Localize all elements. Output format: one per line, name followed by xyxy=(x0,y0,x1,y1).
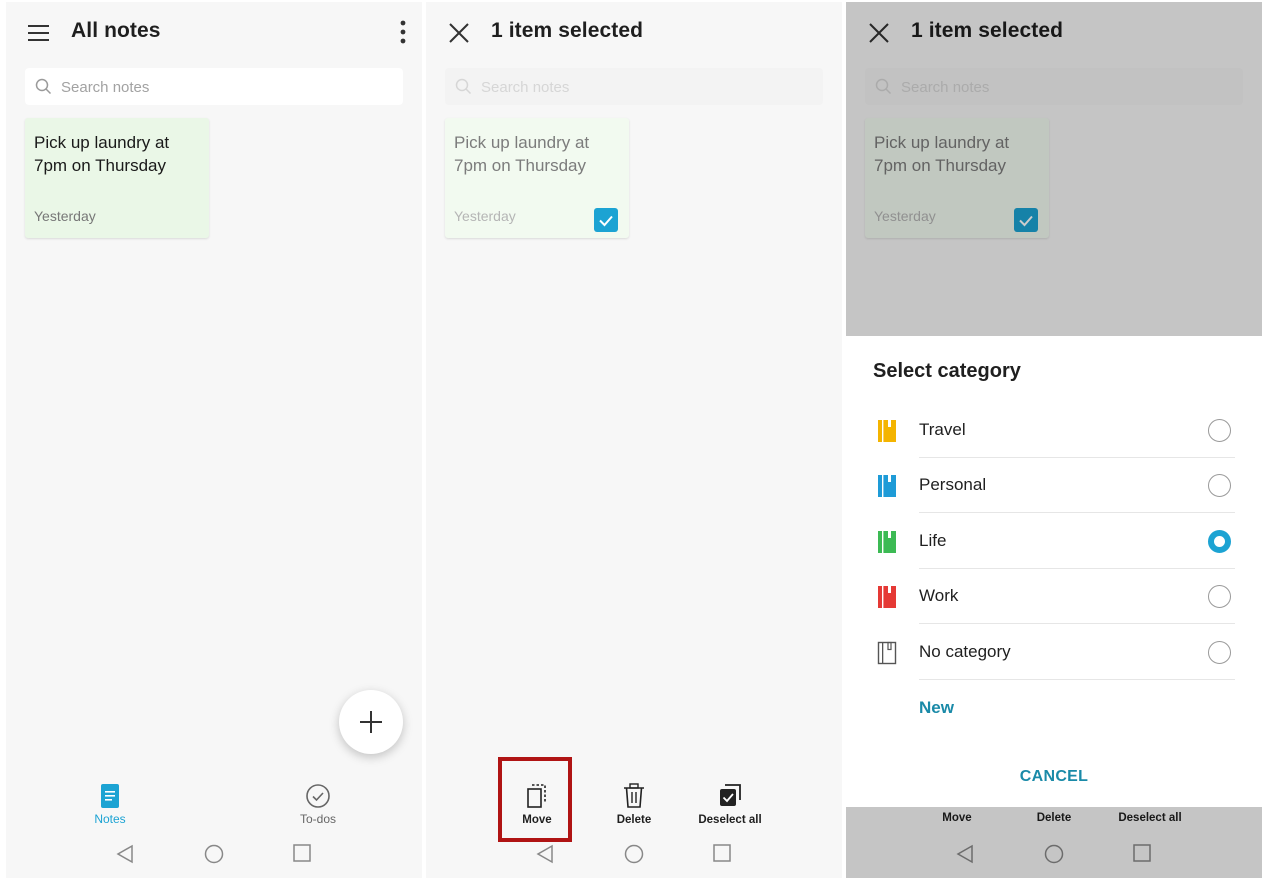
plus-icon xyxy=(360,711,382,733)
category-label: No category xyxy=(919,642,1011,661)
selection-title: 1 item selected xyxy=(491,19,644,42)
category-option-work[interactable]: Work xyxy=(846,569,1262,624)
search-icon xyxy=(35,78,52,95)
search-icon xyxy=(455,78,472,95)
notebook-icon-personal xyxy=(878,475,896,497)
new-category-button[interactable]: New xyxy=(919,698,954,718)
note-date: Yesterday xyxy=(34,208,96,224)
note-card[interactable]: Pick up laundry at 7pm on Thursday Yeste… xyxy=(445,118,629,238)
selection-app-bar: 1 item selected xyxy=(426,2,842,62)
note-checkbox[interactable] xyxy=(594,208,618,232)
divider xyxy=(919,679,1235,680)
home-icon[interactable] xyxy=(624,844,644,864)
category-option-travel[interactable]: Travel xyxy=(846,403,1262,458)
add-note-button[interactable] xyxy=(339,690,403,754)
checkmark-icon xyxy=(599,215,613,227)
dialog-title: Select category xyxy=(873,360,1021,382)
category-label: Work xyxy=(919,586,959,605)
category-option-personal[interactable]: Personal xyxy=(846,458,1262,513)
page-title: All notes xyxy=(71,19,161,42)
divider xyxy=(919,512,1235,513)
category-label: Travel xyxy=(919,420,966,439)
trash-icon xyxy=(624,783,644,808)
category-label: Personal xyxy=(919,475,987,494)
note-text: Pick up laundry at 7pm on Thursday xyxy=(454,133,590,175)
deselect-all-icon xyxy=(720,784,741,806)
notes-list-screen: All notes Search notes Pick up laundry a… xyxy=(6,2,422,878)
tab-todos[interactable]: To-dos xyxy=(278,782,358,826)
search-input[interactable]: Search notes xyxy=(25,68,403,105)
system-navigation-bar xyxy=(426,838,842,872)
category-option-no-category[interactable]: No category xyxy=(846,625,1262,680)
delete-label: Delete xyxy=(616,814,652,826)
search-placeholder: Search notes xyxy=(61,79,150,96)
recents-icon[interactable] xyxy=(713,844,731,862)
tab-notes-label: Notes xyxy=(94,812,126,826)
selection-screen: 1 item selected Search notes Pick up lau… xyxy=(426,2,842,878)
delete-button[interactable]: Delete xyxy=(602,782,666,826)
category-radio[interactable] xyxy=(1208,585,1231,608)
notebook-icon-travel xyxy=(878,420,896,442)
category-radio[interactable] xyxy=(1208,419,1231,442)
cancel-button[interactable]: CANCEL xyxy=(846,768,1262,786)
category-label: Life xyxy=(919,531,947,550)
category-radio-selected[interactable] xyxy=(1208,530,1231,553)
category-radio[interactable] xyxy=(1208,474,1231,497)
system-navigation-bar xyxy=(6,838,422,872)
move-highlight-box xyxy=(498,757,572,842)
close-icon[interactable] xyxy=(446,20,472,46)
deselect-all-button[interactable]: Deselect all xyxy=(692,782,768,826)
note-icon xyxy=(101,784,119,808)
search-input: Search notes xyxy=(445,68,823,105)
select-category-dialog: Select category Travel Personal Life Wor… xyxy=(846,336,1262,807)
note-card[interactable]: Pick up laundry at 7pm on Thursday Yeste… xyxy=(25,118,209,238)
top-app-bar: All notes xyxy=(6,2,422,62)
tab-todos-label: To-dos xyxy=(299,812,337,826)
menu-icon[interactable] xyxy=(26,20,52,46)
home-icon[interactable] xyxy=(204,844,224,864)
note-text: Pick up laundry at 7pm on Thursday xyxy=(34,133,170,175)
notebook-icon-work xyxy=(878,586,896,608)
recents-icon[interactable] xyxy=(293,844,311,862)
search-placeholder: Search notes xyxy=(481,79,570,96)
back-icon[interactable] xyxy=(536,844,554,864)
checkmark-circle-icon xyxy=(306,784,330,808)
notebook-outline-icon xyxy=(877,641,897,665)
divider xyxy=(919,623,1235,624)
notebook-icon-life xyxy=(878,531,896,553)
more-options-icon[interactable] xyxy=(398,18,408,46)
category-option-life[interactable]: Life xyxy=(846,514,1262,569)
back-icon[interactable] xyxy=(116,844,134,864)
tab-notes[interactable]: Notes xyxy=(70,782,150,826)
category-radio[interactable] xyxy=(1208,641,1231,664)
deselect-all-label: Deselect all xyxy=(698,814,762,826)
note-date: Yesterday xyxy=(454,208,516,224)
category-dialog-screen: 1 item selected Search notes Pick up lau… xyxy=(846,2,1262,878)
